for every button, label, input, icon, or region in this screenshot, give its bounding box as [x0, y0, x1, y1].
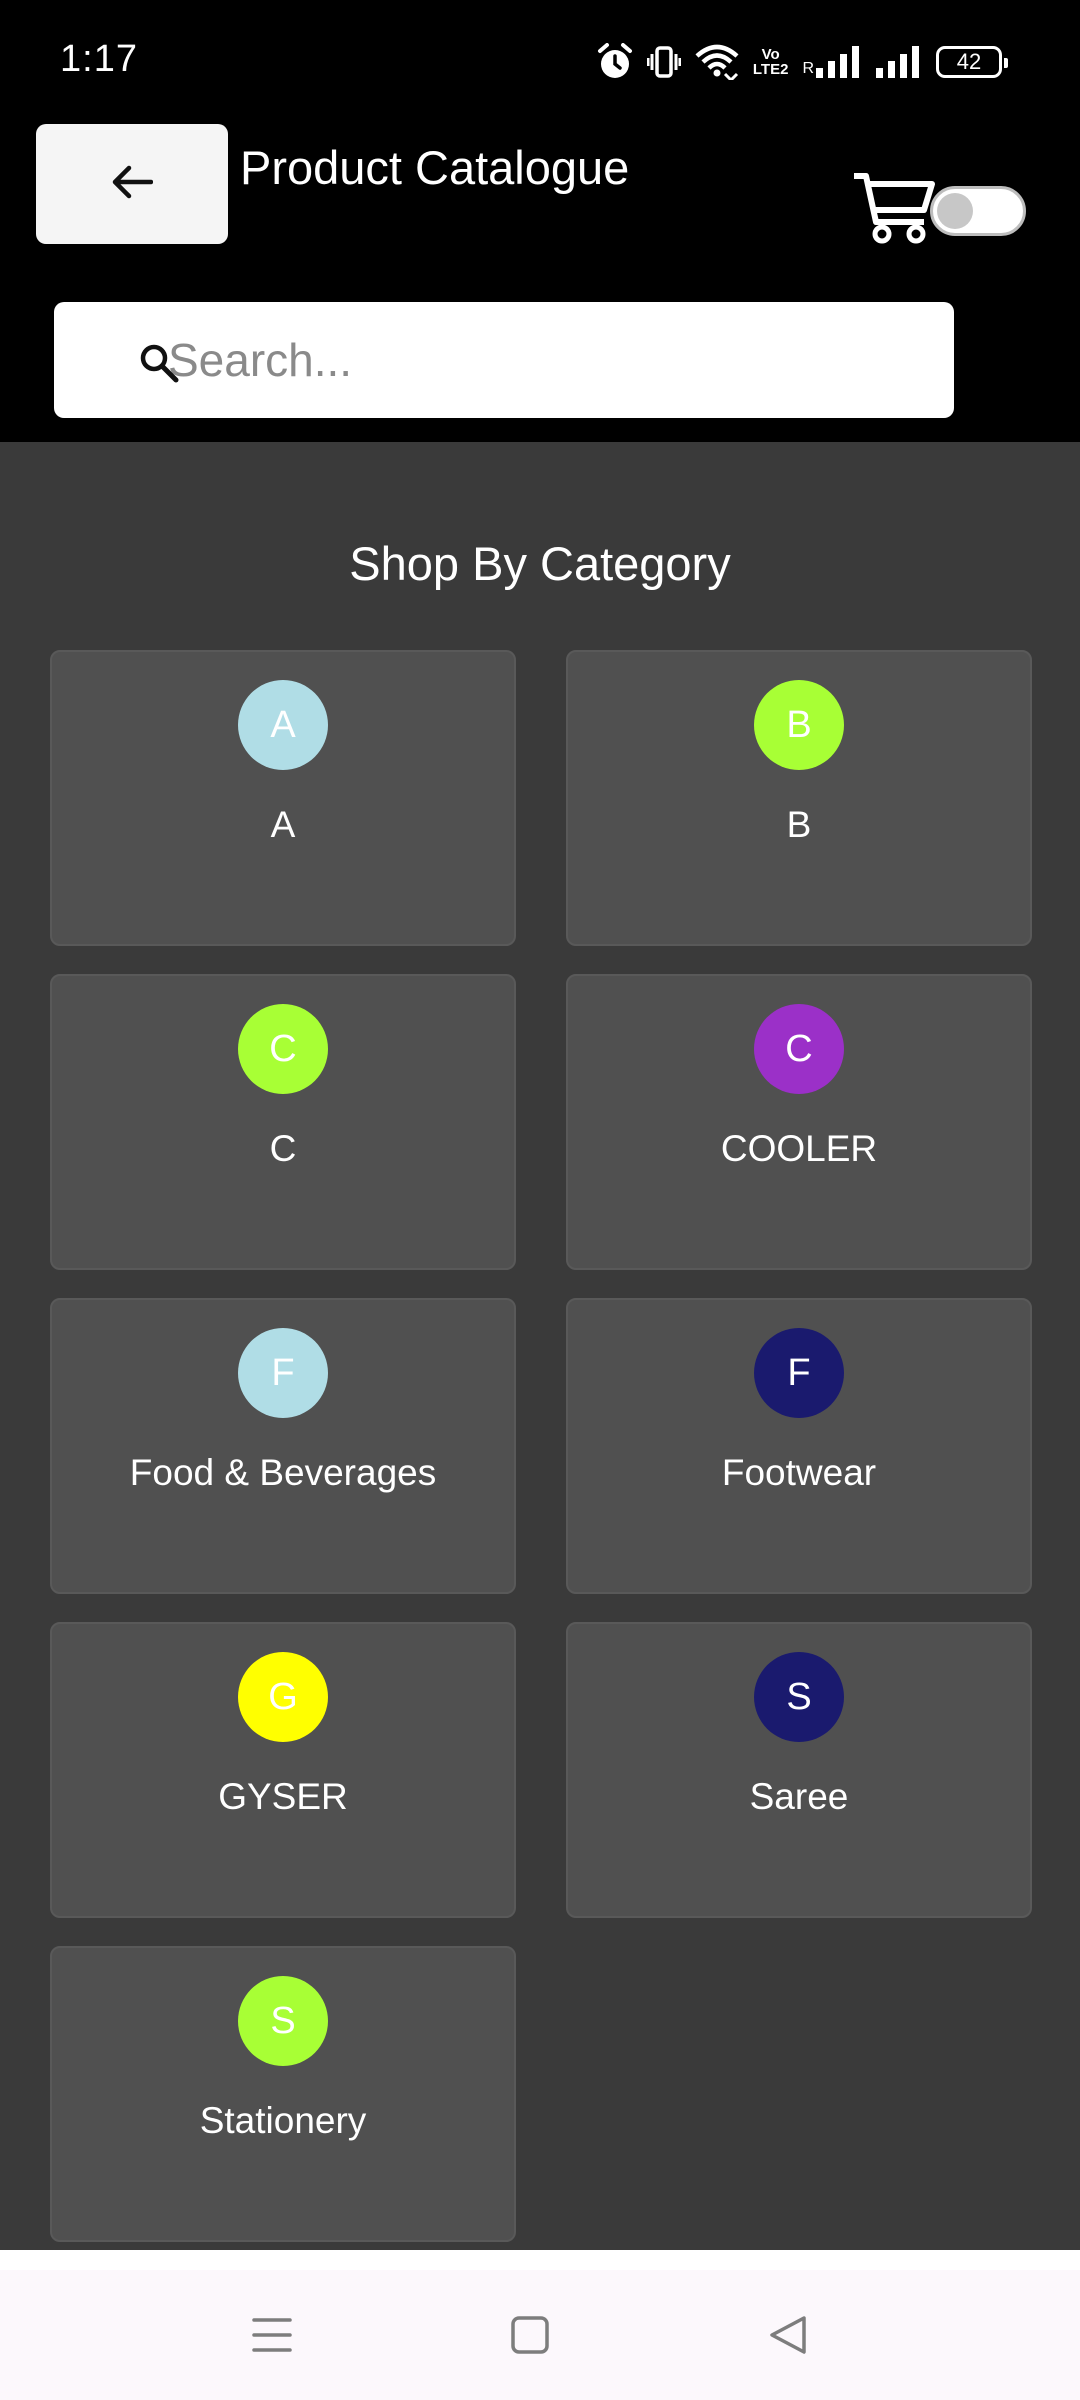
signal-icon-2: [876, 46, 922, 78]
arrow-left-icon: [111, 164, 154, 205]
shopping-cart-icon: [852, 173, 936, 250]
category-label: Stationery: [199, 2100, 367, 2141]
status-icons: Vo LTE2 R 42: [597, 38, 1008, 86]
alarm-icon: [597, 43, 633, 81]
cart-button[interactable]: [852, 170, 936, 246]
category-avatar: B: [754, 680, 844, 770]
category-avatar: S: [238, 1976, 328, 2066]
app-header: Product Catalogue: [0, 120, 1080, 442]
system-nav-bar: [0, 2270, 1080, 2400]
volte-top-label: Vo: [761, 46, 780, 63]
back-triangle-icon: [768, 2315, 808, 2360]
category-label: Food & Beverages: [129, 1452, 437, 1493]
category-card[interactable]: C C: [50, 974, 516, 1270]
back-button[interactable]: [36, 124, 228, 244]
section-title: Shop By Category: [349, 537, 731, 590]
volte-bottom-label: LTE2: [752, 61, 789, 78]
status-time: 1:17: [60, 38, 138, 80]
search-bar[interactable]: [54, 302, 954, 418]
category-grid: A A B B C C C COOLER F Food & Beverages …: [50, 650, 1032, 2242]
category-avatar: S: [754, 1652, 844, 1742]
home-square-icon: [510, 2315, 550, 2360]
roaming-label: R: [802, 60, 814, 77]
category-card[interactable]: F Footwear: [566, 1298, 1032, 1594]
signal-icon-1: R: [802, 46, 862, 78]
search-input[interactable]: [168, 333, 868, 387]
screen: 1:17 Vo LTE2 R 42 Product Catalogue Sear…: [0, 0, 1080, 2400]
category-label: COOLER: [720, 1128, 878, 1169]
category-label: B: [786, 804, 812, 845]
category-card[interactable]: S Stationery: [50, 1946, 516, 2242]
status-bar: 1:17 Vo LTE2 R 42: [0, 0, 1080, 120]
battery-indicator: 42: [936, 46, 1008, 78]
mode-toggle-switch[interactable]: [930, 186, 1026, 236]
category-card[interactable]: A A: [50, 650, 516, 946]
page-title: Product Catalogue: [240, 141, 630, 194]
category-card[interactable]: C COOLER: [566, 974, 1032, 1270]
back-nav-button[interactable]: [758, 2310, 818, 2364]
menu-icon: [252, 2316, 292, 2359]
category-avatar: G: [238, 1652, 328, 1742]
category-card[interactable]: B B: [566, 650, 1032, 946]
category-avatar: C: [754, 1004, 844, 1094]
category-avatar: A: [238, 680, 328, 770]
volte-indicator: Vo LTE2: [753, 47, 789, 77]
category-section: Shop By Category A A B B C C C COOLER F …: [0, 442, 1080, 2250]
category-label: A: [270, 804, 296, 845]
vibrate-icon: [646, 45, 681, 79]
category-label: Footwear: [721, 1452, 877, 1493]
wifi-icon: [695, 44, 739, 80]
menu-button[interactable]: [242, 2310, 302, 2364]
category-avatar: F: [754, 1328, 844, 1418]
toggle-knob: [937, 193, 973, 229]
category-label: Saree: [749, 1776, 849, 1817]
category-avatar: C: [238, 1004, 328, 1094]
category-label: GYSER: [218, 1776, 348, 1817]
category-card[interactable]: S Saree: [566, 1622, 1032, 1918]
search-icon: [138, 342, 180, 389]
nav-divider: [0, 2250, 1080, 2270]
category-label: C: [269, 1128, 297, 1169]
category-avatar: F: [238, 1328, 328, 1418]
category-card[interactable]: G GYSER: [50, 1622, 516, 1918]
category-card[interactable]: F Food & Beverages: [50, 1298, 516, 1594]
home-button[interactable]: [500, 2310, 560, 2364]
